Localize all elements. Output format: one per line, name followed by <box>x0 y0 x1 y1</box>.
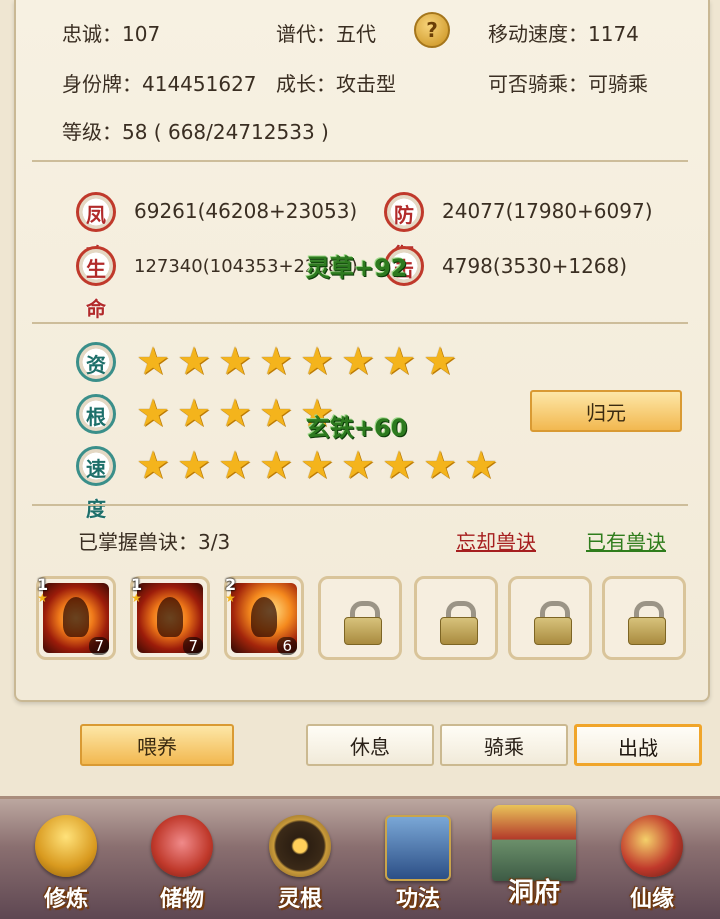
talent-badge: 资质 <box>76 342 116 417</box>
star-icon: ★ <box>136 391 171 435</box>
nav-label: 仙缘 <box>629 887 674 912</box>
star-icon: ★ <box>177 443 212 487</box>
divider <box>32 160 688 162</box>
star-icon: ★ <box>225 591 236 605</box>
loyalty-text: 忠诚：107 <box>62 22 161 46</box>
growth-text: 成长：攻击型 <box>276 72 396 96</box>
rest-button[interactable]: 休息 <box>306 724 434 766</box>
star-icon: ★ <box>382 443 417 487</box>
star-icon: ★ <box>218 339 253 383</box>
star-icon: ★ <box>218 443 253 487</box>
nav-label: 灵根 <box>277 887 322 912</box>
bag-icon <box>151 815 213 877</box>
move-speed-text: 移动速度：1174 <box>488 22 639 46</box>
star-icon: ★ <box>341 443 376 487</box>
generation-text: 谱代：五代 <box>276 22 376 46</box>
palace-icon <box>492 805 576 881</box>
locked-skill-slot[interactable] <box>508 576 592 660</box>
star-icon: ★ <box>131 591 142 605</box>
crit-value: 4798(3530+1268) <box>442 254 628 278</box>
locked-skill-slot[interactable] <box>602 576 686 660</box>
skills-mastered-text: 已掌握兽诀：3/3 <box>78 530 231 554</box>
floating-iron-reward: 玄铁+60 <box>306 414 408 442</box>
locked-skill-slot[interactable] <box>318 576 402 660</box>
divider <box>32 322 688 324</box>
defense-badge: 防御 <box>384 192 424 267</box>
attack-badge: 凤攻 <box>76 192 116 267</box>
nav-techniques[interactable]: 功法 <box>370 815 466 919</box>
star-icon: ★ <box>37 591 48 605</box>
divider <box>32 504 688 506</box>
feed-button[interactable]: 喂养 <box>80 724 234 766</box>
nav-label: 修炼 <box>43 887 88 912</box>
attack-value: 69261(46208+23053) <box>134 199 358 223</box>
monk-icon <box>35 815 97 877</box>
star-icon: ★ <box>341 339 376 383</box>
star-icon: ★ <box>177 391 212 435</box>
nav-storage[interactable]: 储物 <box>134 815 230 919</box>
defense-value: 24077(17980+6097) <box>442 199 653 223</box>
forget-skill-link[interactable]: 忘却兽诀 <box>456 526 536 555</box>
speed-badge: 速度 <box>76 446 116 521</box>
bone-badge: 根骨 <box>76 394 116 469</box>
star-icon: ★ <box>259 339 294 383</box>
skill-slot[interactable]: 1 ★ 7 <box>130 575 210 660</box>
ride-button[interactable]: 骑乘 <box>440 724 568 766</box>
nav-label: 洞府 <box>507 878 560 908</box>
spirit-root-icon <box>269 815 331 877</box>
return-button[interactable]: 归元 <box>530 390 682 432</box>
rideable-text: 可否骑乘：可骑乘 <box>488 72 648 96</box>
hp-badge: 生命 <box>76 246 116 321</box>
star-icon: ★ <box>177 339 212 383</box>
nav-fate[interactable]: 仙缘 <box>604 815 700 919</box>
star-icon: ★ <box>464 443 499 487</box>
gourd-icon <box>621 815 683 877</box>
star-icon: ★ <box>423 443 458 487</box>
level-text: 等级：58 ( 668/24712533 ) <box>62 120 329 144</box>
star-icon: ★ <box>136 339 171 383</box>
star-icon: ★ <box>423 339 458 383</box>
skill-count: 6 <box>277 637 297 655</box>
nav-cultivate[interactable]: 修炼 <box>18 815 114 919</box>
skill-count: 7 <box>89 637 109 655</box>
battle-button[interactable]: 出战 <box>574 724 702 766</box>
skill-slot[interactable]: 2 ★ 6 <box>224 575 304 660</box>
id-tag-text: 身份牌：414451627 <box>62 72 257 96</box>
skill-slot[interactable]: 1 ★ 7 <box>36 575 116 660</box>
locked-skill-slot[interactable] <box>414 576 498 660</box>
star-icon: ★ <box>218 391 253 435</box>
bottom-nav: 修炼 储物 灵根 功法 洞府 仙缘 <box>0 796 720 919</box>
speed-stars: ★ ★ ★ ★ ★ ★ ★ ★ ★ <box>136 443 500 487</box>
star-icon: ★ <box>382 339 417 383</box>
star-icon: ★ <box>300 339 335 383</box>
talent-stars: ★ ★ ★ ★ ★ ★ ★ ★ <box>136 339 459 383</box>
nav-cave[interactable]: 洞府 <box>486 805 582 909</box>
star-icon: ★ <box>300 443 335 487</box>
star-icon: ★ <box>259 443 294 487</box>
nav-label: 储物 <box>159 887 204 912</box>
skill-count: 7 <box>183 637 203 655</box>
book-icon <box>385 815 451 881</box>
help-button[interactable]: ? <box>414 12 450 48</box>
floating-herb-reward: 灵草+92 <box>306 254 408 282</box>
nav-label: 功法 <box>395 887 440 912</box>
owned-skill-link[interactable]: 已有兽诀 <box>586 526 666 555</box>
star-icon: ★ <box>259 391 294 435</box>
star-icon: ★ <box>136 443 171 487</box>
nav-spirit-root[interactable]: 灵根 <box>252 815 348 919</box>
